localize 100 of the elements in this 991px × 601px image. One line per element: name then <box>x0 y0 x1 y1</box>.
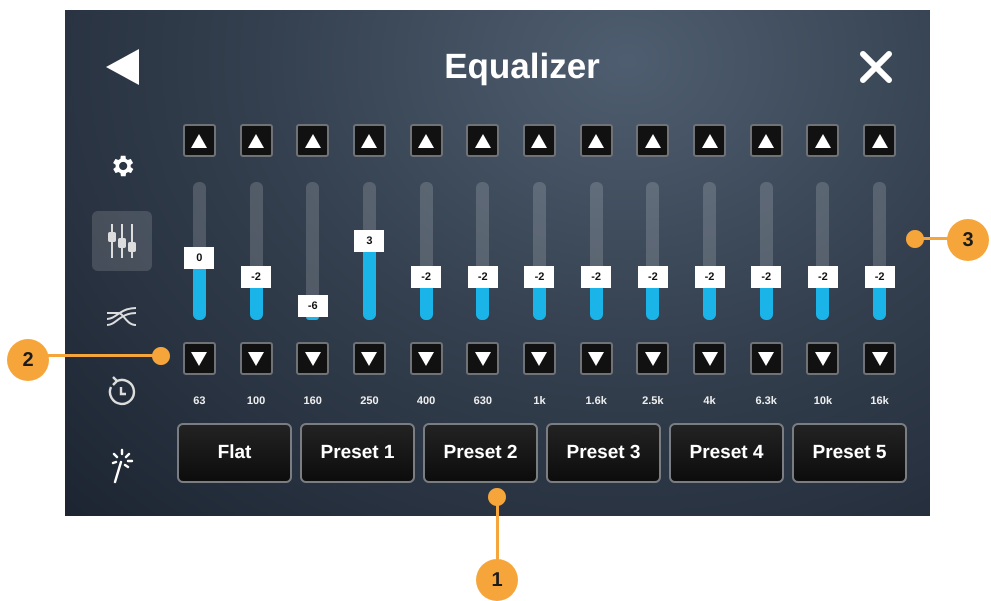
slider-fill <box>703 288 716 320</box>
increase-button[interactable] <box>636 124 670 157</box>
increase-button[interactable] <box>750 124 783 157</box>
frequency-label: 1.6k <box>585 395 607 407</box>
increase-button[interactable] <box>806 124 840 157</box>
decrease-button[interactable] <box>806 342 840 375</box>
down-triangle-icon <box>304 352 321 366</box>
down-triangle-icon <box>758 352 774 366</box>
increase-button[interactable] <box>693 124 726 157</box>
frequency-label: 63 <box>193 395 206 407</box>
slider-thumb[interactable]: -2 <box>638 266 668 288</box>
frequency-label: 100 <box>246 395 266 407</box>
down-triangle-icon <box>474 352 491 366</box>
callout-number: 2 <box>7 339 49 381</box>
up-triangle-icon <box>248 134 264 148</box>
up-triangle-icon <box>361 134 378 148</box>
slider-thumb[interactable]: -2 <box>241 266 272 288</box>
slider-fill <box>420 288 433 320</box>
back-button[interactable] <box>106 49 140 85</box>
decrease-button[interactable] <box>410 342 443 375</box>
decrease-button[interactable] <box>693 342 726 375</box>
slider-fill <box>873 288 886 320</box>
preset-button[interactable]: Preset 5 <box>792 423 907 483</box>
down-triangle-icon <box>814 352 831 366</box>
decrease-button[interactable] <box>863 342 896 375</box>
frequency-label: 1k <box>533 395 546 407</box>
frequency-label: 6.3k <box>756 395 777 407</box>
frequency-label: 2.5k <box>642 395 664 407</box>
decrease-button[interactable] <box>352 342 386 375</box>
frequency-label: 10k <box>814 395 832 407</box>
slider-thumb[interactable]: -2 <box>864 266 895 288</box>
sliders-icon <box>106 224 138 258</box>
up-triangle-icon <box>531 134 548 148</box>
increase-button[interactable] <box>240 124 273 157</box>
slider-thumb[interactable]: 3 <box>354 230 384 252</box>
up-triangle-icon <box>702 134 718 148</box>
preset-button[interactable]: Preset 1 <box>300 423 415 483</box>
down-triangle-icon <box>531 352 548 366</box>
close-button[interactable] <box>860 51 892 83</box>
preset-button[interactable]: Preset 4 <box>669 423 784 483</box>
down-triangle-icon <box>248 352 264 366</box>
down-triangle-icon <box>702 352 718 366</box>
close-icon <box>860 51 892 83</box>
frequency-label: 630 <box>474 395 492 407</box>
slider-thumb[interactable]: -2 <box>694 266 725 288</box>
slider-thumb[interactable]: -6 <box>298 295 328 318</box>
increase-button[interactable] <box>410 124 443 157</box>
slider-thumb[interactable]: -2 <box>411 266 442 288</box>
decrease-button[interactable] <box>466 342 500 375</box>
slider-fill <box>760 288 773 320</box>
slider-fill <box>306 317 320 320</box>
slider-thumb[interactable]: -2 <box>581 266 612 288</box>
callout-number: 1 <box>476 559 518 601</box>
decrease-button[interactable] <box>750 342 783 375</box>
up-triangle-icon <box>191 134 208 148</box>
up-triangle-icon <box>872 134 888 148</box>
up-triangle-icon <box>588 134 604 148</box>
slider-fill <box>646 288 660 320</box>
up-triangle-icon <box>474 134 491 148</box>
decrease-button[interactable] <box>636 342 670 375</box>
increase-button[interactable] <box>466 124 500 157</box>
slider-thumb[interactable]: -2 <box>468 266 498 288</box>
down-triangle-icon <box>361 352 378 366</box>
sidebar-item[interactable] <box>92 211 152 271</box>
up-triangle-icon <box>304 134 321 148</box>
decrease-button[interactable] <box>580 342 613 375</box>
crossing-curves-icon <box>106 305 138 327</box>
preset-button[interactable]: Preset 2 <box>423 423 538 483</box>
increase-button[interactable] <box>182 124 216 157</box>
decrease-button[interactable] <box>522 342 556 375</box>
increase-button[interactable] <box>522 124 556 157</box>
increase-button[interactable] <box>352 124 386 157</box>
slider-thumb[interactable]: -2 <box>808 266 838 288</box>
frequency-label: 16k <box>870 395 889 407</box>
increase-button[interactable] <box>296 124 330 157</box>
frequency-label: 250 <box>360 395 379 407</box>
slider-thumb[interactable]: -2 <box>751 266 782 288</box>
slider-fill <box>590 288 603 320</box>
callout-number: 3 <box>947 219 989 261</box>
up-triangle-icon <box>814 134 831 148</box>
increase-button[interactable] <box>580 124 613 157</box>
frequency-label: 160 <box>304 395 322 407</box>
preset-button[interactable]: Flat <box>177 423 292 483</box>
decrease-button[interactable] <box>240 342 273 375</box>
slider-fill <box>250 288 263 320</box>
decrease-button[interactable] <box>296 342 330 375</box>
slider-fill <box>192 268 206 320</box>
slider-fill <box>532 288 546 320</box>
slider-thumb[interactable]: 0 <box>184 246 214 269</box>
back-triangle-icon <box>106 49 140 85</box>
down-triangle-icon <box>191 352 208 366</box>
preset-button[interactable]: Preset 3 <box>546 423 661 483</box>
frequency-label: 400 <box>416 395 436 407</box>
increase-button[interactable] <box>863 124 896 157</box>
frequency-label: 4k <box>703 395 716 407</box>
decrease-button[interactable] <box>182 342 216 375</box>
slider-thumb[interactable]: -2 <box>524 266 554 288</box>
up-triangle-icon <box>418 134 434 148</box>
screen-title: Equalizer <box>444 47 600 87</box>
slider-fill <box>816 288 830 320</box>
